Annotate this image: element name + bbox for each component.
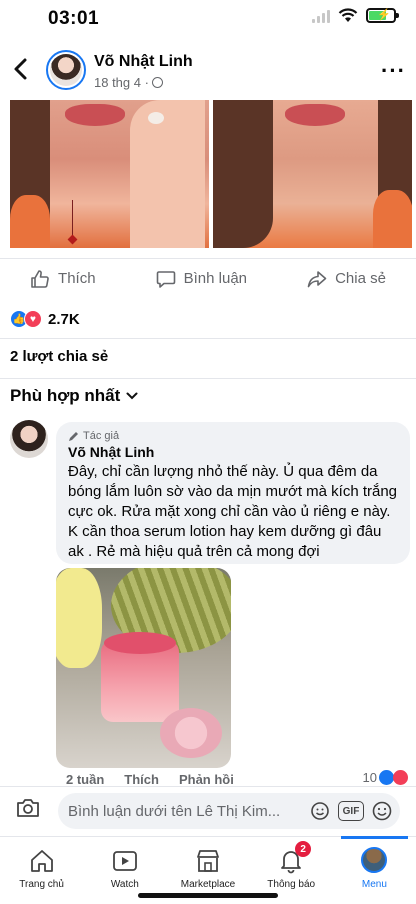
comment-author[interactable]: Võ Nhật Linh [68,444,398,460]
video-icon [112,851,137,871]
divider [0,338,416,339]
sticker-button[interactable] [308,799,332,823]
comment-label: Bình luận [183,270,248,287]
share-label: Chia sẻ [335,270,386,287]
shop-icon [197,850,219,872]
comment-input-placeholder: Bình luận dưới tên Lê Thị Kim... [68,802,281,820]
like-button[interactable]: Thích [30,269,96,289]
tab-label: Marketplace [180,879,236,890]
home-indicator [138,893,278,898]
comment-reaction-count: 10 [362,770,377,785]
like-label: Thích [58,270,96,287]
back-button[interactable] [10,56,34,84]
love-reaction-icon [393,770,408,785]
divider [0,378,416,379]
post-photo-1[interactable] [10,100,209,248]
author-badge-label: Tác giả [83,430,120,442]
camera-button[interactable] [16,797,40,825]
wifi-icon [338,8,358,22]
post-photo-2[interactable] [213,100,412,248]
tab-label: Thông báo [267,879,316,890]
status-bar: 03:01 ⚡ [0,0,416,40]
post-date: 18 thg 4 · [94,75,149,90]
share-button[interactable]: Chia sẻ [307,269,386,289]
comment-meta: 2 tuần Thích Phản hồi [66,772,234,787]
post-meta: 18 thg 4 · [94,75,163,90]
more-options-button[interactable]: ··· [381,58,406,84]
author-name[interactable]: Võ Nhật Linh [94,53,193,71]
status-time: 03:01 [48,8,100,29]
tab-label: Trang chủ [19,879,64,890]
tab-label: Menu [361,879,387,890]
author-avatar[interactable] [46,50,86,90]
sticker-icon [311,802,329,820]
comment-input[interactable]: Bình luận dưới tên Lê Thị Kim... GIF [58,793,400,829]
author-badge: Tác giả [68,430,398,442]
pencil-icon [69,431,78,441]
reaction-count: 2.7K [48,310,80,328]
tab-menu[interactable]: Menu [333,836,416,904]
globe-icon [151,77,163,88]
thumbs-up-icon [31,269,49,288]
comment-text: Đây, chỉ cần lượng nhỏ thế này. Ủ qua đê… [68,463,398,560]
camera-icon [17,799,39,817]
sort-label: Phù hợp nhất [10,386,121,405]
comment-icon [156,270,175,288]
comment-photo[interactable] [56,568,231,768]
emoji-icon [372,801,392,821]
status-icons: ⚡ [312,8,399,23]
gif-button[interactable]: GIF [338,801,364,821]
menu-avatar-icon [361,847,388,873]
reaction-summary[interactable]: 👍 ♥ 2.7K [10,309,80,329]
like-reaction-icon [379,770,394,785]
home-icon [30,850,53,872]
emoji-button[interactable] [370,799,394,823]
comment-like-button[interactable]: Thích [124,772,159,787]
comment-sort-dropdown[interactable]: Phù hợp nhất [10,386,138,406]
love-reaction-icon: ♥ [24,310,42,328]
share-icon [307,270,327,287]
battery-icon: ⚡ [366,8,399,23]
comment-time: 2 tuần [66,772,105,787]
comment-reactions[interactable]: 10 [363,770,408,785]
bottom-tab-bar: Trang chủ Watch Marketplace 2 Thông báo … [0,836,416,904]
commenter-avatar[interactable] [10,420,48,458]
comment-bubble: Tác giả Võ Nhật Linh Đây, chỉ cần lượng … [56,422,410,564]
post-action-bar: Thích Bình luận Chia sẻ [0,258,416,298]
post-photos [0,100,416,248]
comment-reply-button[interactable]: Phản hồi [179,772,234,787]
comment-button[interactable]: Bình luận [156,269,247,289]
tab-home[interactable]: Trang chủ [0,837,83,904]
notification-badge: 2 [295,841,312,857]
post-header: Võ Nhật Linh 18 thg 4 · ··· [0,44,416,100]
comment-composer: Bình luận dưới tên Lê Thị Kim... GIF [0,786,416,834]
tab-label: Watch [110,879,139,890]
share-count[interactable]: 2 lượt chia sẻ [10,348,108,365]
chevron-down-icon [126,392,138,400]
signal-icon [312,9,330,23]
chevron-left-icon [14,58,27,80]
